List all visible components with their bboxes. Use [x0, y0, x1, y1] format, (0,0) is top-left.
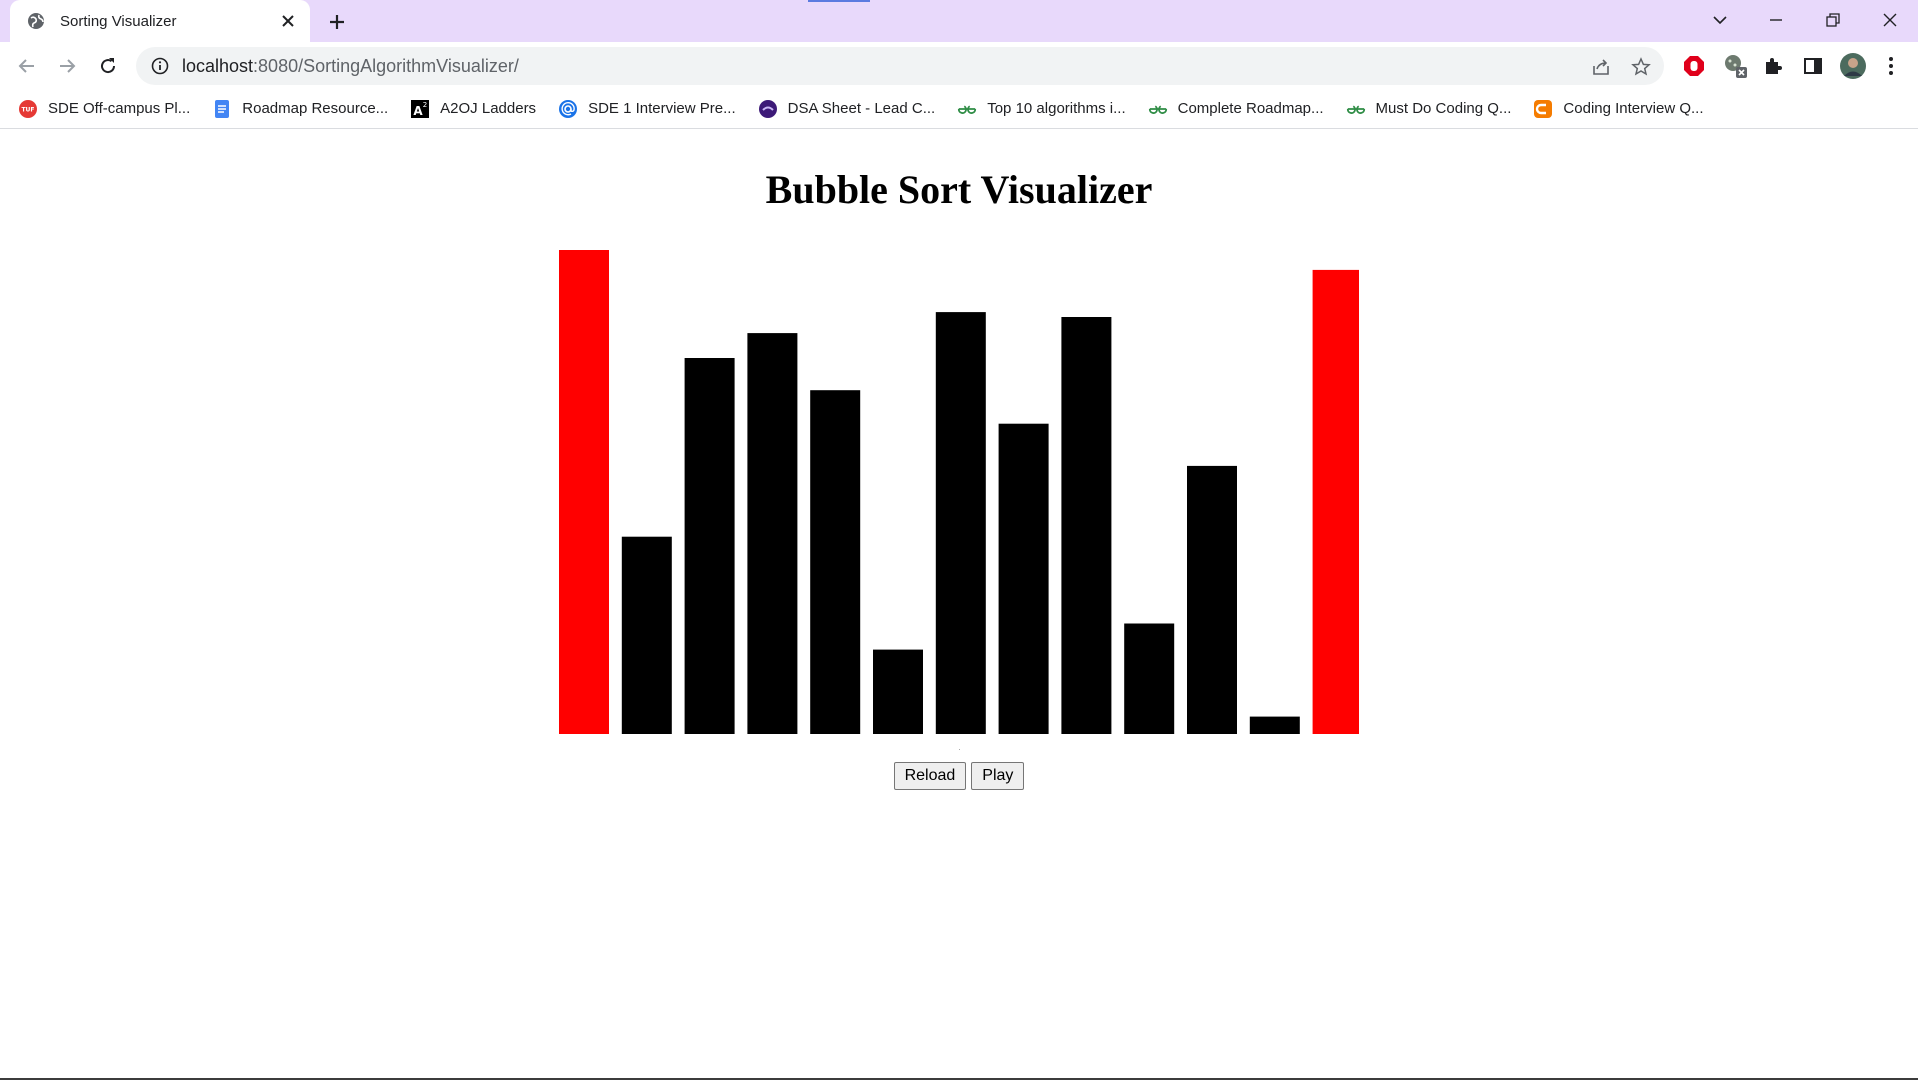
bar-highlighted	[1312, 269, 1359, 734]
url-host: localhost	[182, 55, 254, 76]
address-bar[interactable]: localhost:8080/SortingAlgorithmVisualize…	[136, 47, 1664, 85]
bookmarks-bar: TUF SDE Off-campus Pl... Roadmap Resource.…	[0, 89, 1918, 129]
svg-text:2: 2	[423, 101, 427, 109]
chart-dot	[959, 749, 960, 750]
extensions-puzzle-icon[interactable]	[1760, 53, 1786, 79]
bookmark-item[interactable]: Roadmap Resource...	[212, 99, 388, 119]
bookmark-item[interactable]: Complete Roadmap...	[1148, 99, 1324, 119]
bookmark-label: Roadmap Resource...	[242, 100, 389, 117]
forward-icon[interactable]	[53, 52, 81, 80]
restore-icon[interactable]	[1817, 6, 1849, 34]
bookmark-star-icon[interactable]	[1630, 56, 1652, 78]
bookmark-item[interactable]: Top 10 algorithms i...	[957, 99, 1126, 119]
bookmark-label: A2OJ Ladders	[440, 100, 537, 117]
site-info-icon[interactable]	[150, 56, 170, 76]
side-panel-icon[interactable]	[1800, 53, 1826, 79]
cf-icon	[1533, 99, 1553, 119]
bookmark-item[interactable]: Coding Interview Q...	[1533, 99, 1703, 119]
bookmark-label: SDE Off-campus Pl...	[48, 100, 191, 117]
bar	[1187, 465, 1237, 734]
tab-sorting-visualizer[interactable]: Sorting Visualizer	[10, 0, 310, 42]
bookmark-label: Coding Interview Q...	[1563, 100, 1704, 117]
minimize-icon[interactable]	[1760, 6, 1792, 34]
reload-page-icon[interactable]	[94, 52, 122, 80]
bar	[684, 358, 735, 734]
tab-search-icon[interactable]	[1704, 6, 1736, 34]
bar-chart	[559, 250, 1359, 734]
bookmark-item[interactable]: A 2 A2OJ Ladders	[410, 99, 536, 119]
bar	[1061, 317, 1112, 734]
a2oj-icon: A2	[410, 99, 430, 119]
share-icon[interactable]	[1590, 56, 1612, 78]
tab-title: Sorting Visualizer	[60, 12, 177, 30]
close-tab-icon[interactable]	[278, 11, 298, 31]
bookmark-item[interactable]: TUF SDE Off-campus Pl...	[18, 99, 190, 119]
docs-icon	[212, 99, 232, 119]
bar	[621, 536, 672, 734]
url-path: :8080/SortingAlgorithmVisualizer/	[253, 55, 519, 76]
bookmark-label: SDE 1 Interview Pre...	[588, 100, 736, 117]
reload-button[interactable]: Reload	[893, 762, 967, 790]
tuf-icon: TUF	[18, 99, 38, 119]
bar	[873, 649, 923, 734]
bar	[935, 312, 986, 734]
browser-toolbar: localhost:8080/SortingAlgorithmVisualize…	[0, 42, 1918, 89]
bookmark-label: Complete Roadmap...	[1177, 100, 1324, 117]
gfg-icon	[957, 99, 977, 119]
tab-strip: Sorting Visualizer	[0, 0, 1918, 42]
bookmark-item[interactable]: SDE 1 Interview Pre...	[558, 99, 736, 119]
bar	[747, 333, 798, 734]
profile-avatar[interactable]	[1840, 53, 1866, 79]
bookmark-label: Must Do Coding Q...	[1375, 100, 1512, 117]
lc-icon	[758, 99, 778, 119]
bar-highlighted	[559, 250, 609, 734]
bookmark-item[interactable]: Must Do Coding Q...	[1346, 99, 1512, 119]
bookmark-label: Top 10 algorithms i...	[987, 100, 1126, 117]
svg-text:TUF: TUF	[21, 106, 34, 113]
bar	[1124, 623, 1175, 734]
controls: Reload Play	[0, 762, 1918, 790]
at-icon	[558, 99, 578, 119]
bar	[810, 390, 861, 734]
page-title: Bubble Sort Visualizer	[765, 167, 1153, 212]
bar	[998, 423, 1049, 734]
adblock-icon[interactable]	[1681, 53, 1707, 79]
close-window-icon[interactable]	[1874, 6, 1906, 34]
bookmark-label: DSA Sheet - Lead C...	[787, 100, 936, 117]
url-text: localhost:8080/SortingAlgorithmVisualize…	[182, 56, 519, 77]
extension-cookie-icon[interactable]	[1722, 53, 1748, 79]
bookmark-item[interactable]: DSA Sheet - Lead C...	[758, 99, 936, 119]
gfg-icon	[1346, 99, 1366, 119]
globe-icon	[26, 11, 46, 31]
play-button[interactable]: Play	[971, 762, 1025, 790]
bar	[1249, 716, 1300, 734]
tab-strip-indicator	[808, 0, 870, 2]
new-tab-button[interactable]	[324, 9, 350, 35]
gfg-icon	[1148, 99, 1168, 119]
more-menu-icon[interactable]	[1878, 53, 1904, 79]
back-icon[interactable]	[13, 52, 41, 80]
